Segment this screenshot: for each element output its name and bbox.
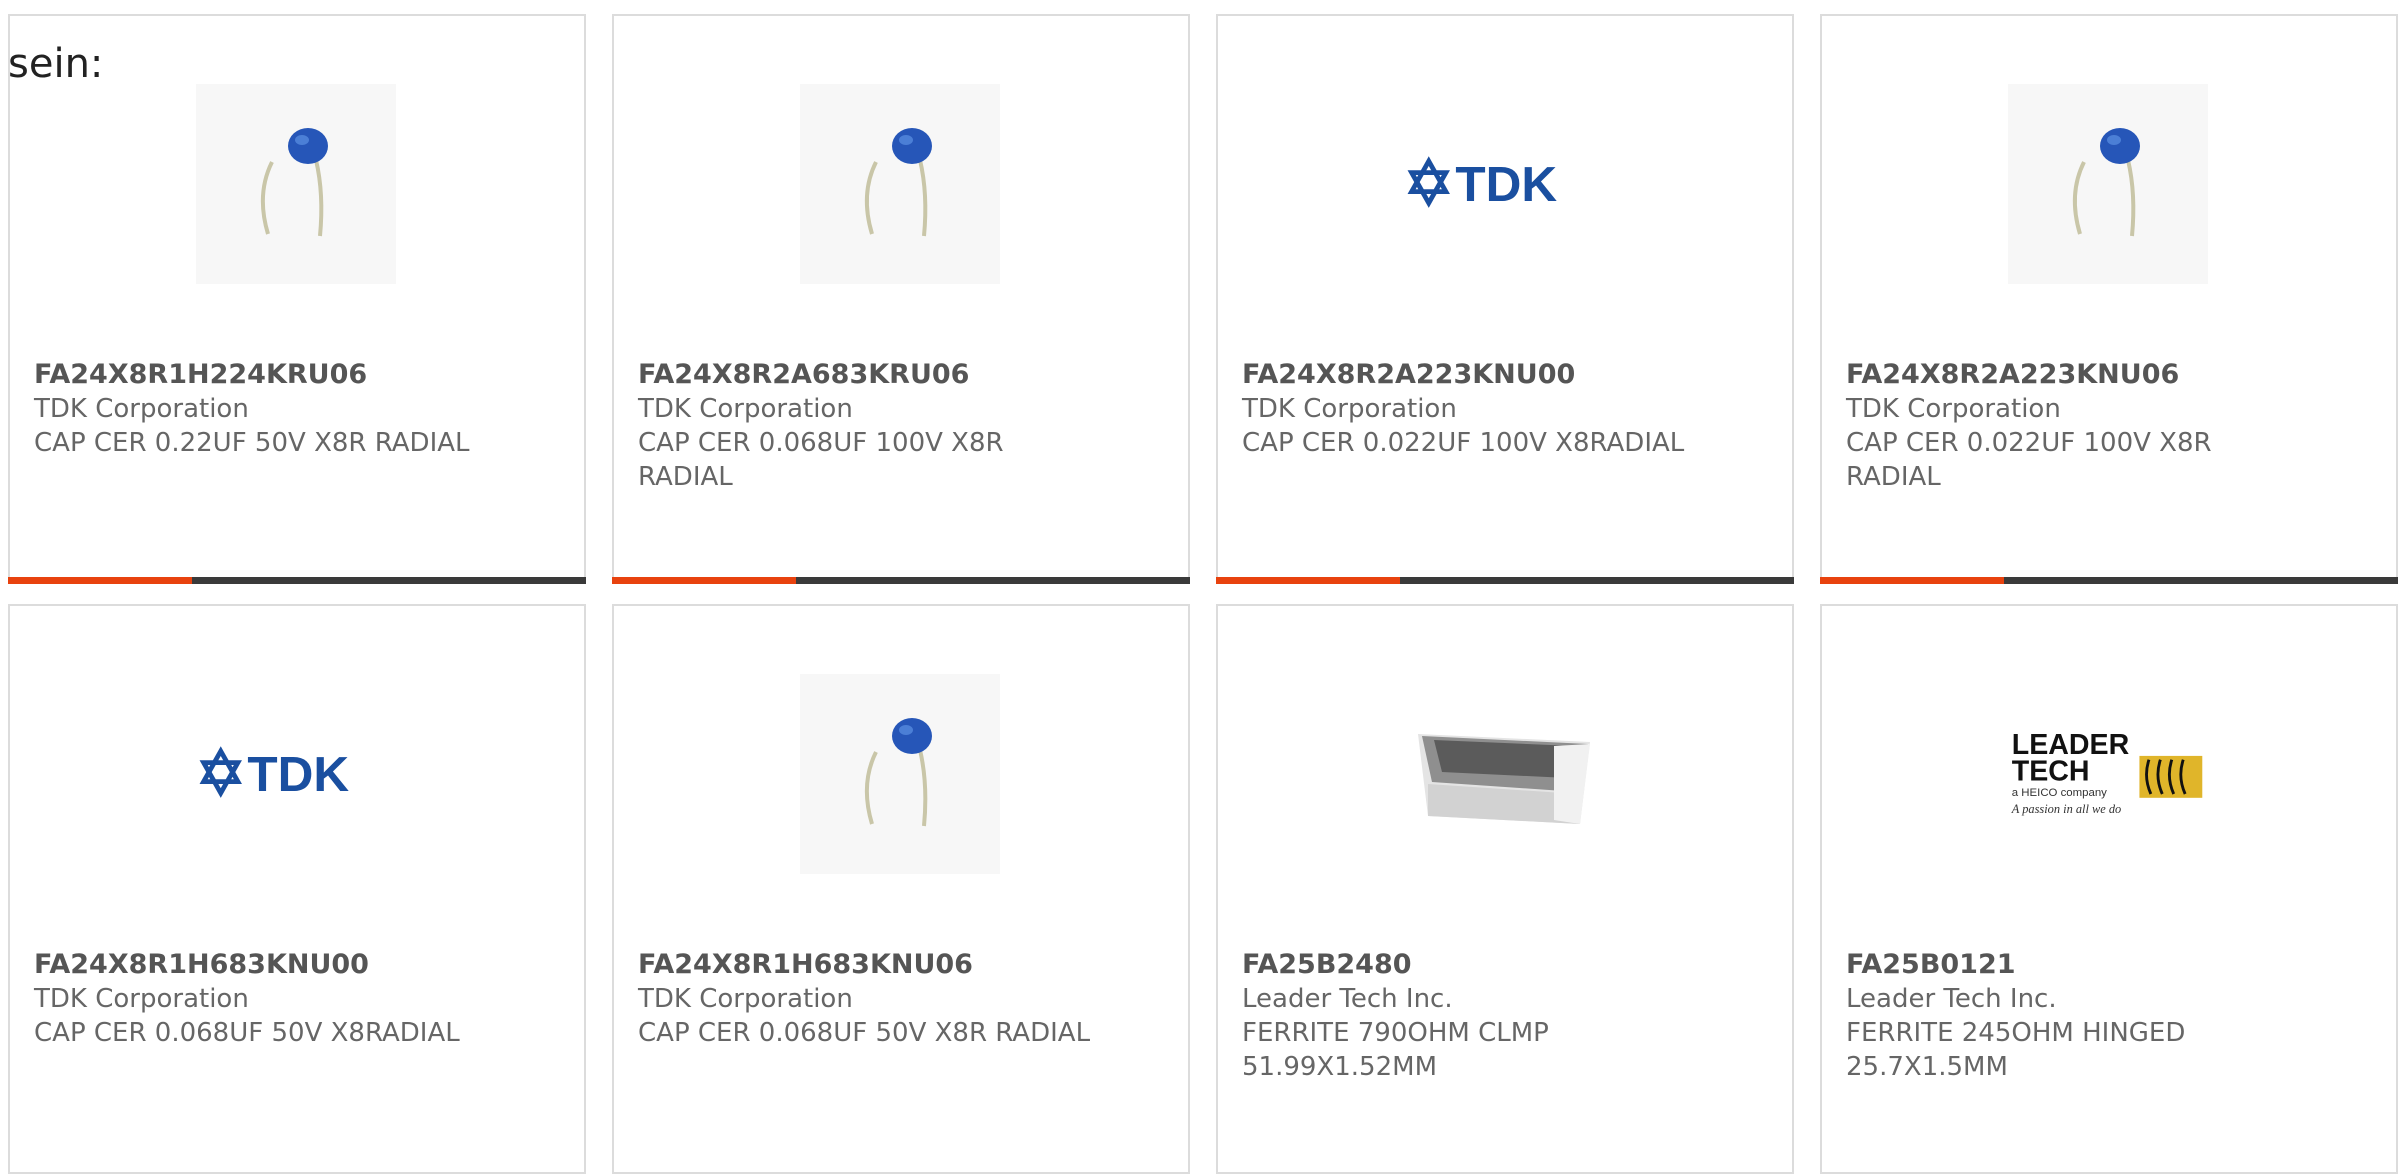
manufacturer: Leader Tech Inc. [1242,984,1453,1014]
description: CAP CER 0.068UF 100V X8R RADIAL [638,428,1004,492]
product-card[interactable]: FA24X8R2A683KRU06 TDK Corporation CAP CE… [612,14,1190,584]
manufacturer: Leader Tech Inc. [1846,984,2057,1014]
manufacturer: TDK Corporation [34,394,249,424]
part-number-link[interactable]: FA24X8R2A683KRU06 [638,358,1098,392]
tdk-logo[interactable]: TDK [196,674,396,874]
card-accent-bar [612,577,1190,584]
product-card[interactable]: FA24X8R1H224KRU06 TDK Corporation CAP CE… [8,14,586,584]
description: CAP CER 0.022UF 100V X8R RADIAL [1846,428,2212,492]
part-number-link[interactable]: FA24X8R1H224KRU06 [34,358,494,392]
part-number-link[interactable]: FA24X8R1H683KNU00 [34,948,494,982]
part-number-link[interactable]: FA24X8R2A223KNU06 [1846,358,2306,392]
capacitor-photo[interactable] [2008,84,2208,284]
part-number-link[interactable]: FA24X8R1H683KNU06 [638,948,1098,982]
description: CAP CER 0.068UF 50V X8RADIAL [34,1018,460,1048]
capacitor-photo[interactable] [800,84,1000,284]
description: FERRITE 790OHM CLMP 51.99X1.52MM [1242,1018,1549,1082]
description: CAP CER 0.22UF 50V X8R RADIAL [34,428,470,458]
manufacturer: TDK Corporation [1846,394,2061,424]
intro-text: sein: [8,41,104,87]
product-card[interactable]: TDK FA24X8R1H683KNU00 TDK Corporation CA… [8,604,586,1174]
product-card[interactable]: FA25B2480 Leader Tech Inc. FERRITE 790OH… [1216,604,1794,1174]
leader-tech-logo[interactable]: LEADER TECH a HEICO company A passion in… [2008,674,2208,874]
product-card[interactable]: TDK FA24X8R2A223KNU00 TDK Corporation CA… [1216,14,1794,584]
part-number-link[interactable]: FA25B0121 [1846,948,2306,982]
part-number-link[interactable]: FA25B2480 [1242,948,1702,982]
description: FERRITE 245OHM HINGED 25.7X1.5MM [1846,1018,2186,1082]
product-card[interactable]: LEADER TECH a HEICO company A passion in… [1820,604,2398,1174]
part-number-link[interactable]: FA24X8R2A223KNU00 [1242,358,1702,392]
capacitor-photo[interactable] [800,674,1000,874]
tdk-logo[interactable]: TDK [1404,84,1604,284]
manufacturer: TDK Corporation [638,394,853,424]
ferrite-photo[interactable] [1404,674,1604,874]
tdk-logo-text: TDK [1455,157,1557,212]
logo-line-2: TECH [2012,756,2090,788]
description: CAP CER 0.068UF 50V X8R RADIAL [638,1018,1091,1048]
card-accent-bar [1216,577,1794,584]
description: CAP CER 0.022UF 100V X8RADIAL [1242,428,1685,458]
logo-line-4: A passion in all we do [2011,802,2121,816]
product-card[interactable]: FA24X8R1H683KNU06 TDK Corporation CAP CE… [612,604,1190,1174]
logo-line-3: a HEICO company [2012,787,2107,799]
card-accent-bar [1820,577,2398,584]
capacitor-photo[interactable] [196,84,396,284]
manufacturer: TDK Corporation [1242,394,1457,424]
manufacturer: TDK Corporation [34,984,249,1014]
tdk-logo-text: TDK [247,747,349,802]
card-accent-bar [8,577,586,584]
product-card[interactable]: FA24X8R2A223KNU06 TDK Corporation CAP CE… [1820,14,2398,584]
manufacturer: TDK Corporation [638,984,853,1014]
